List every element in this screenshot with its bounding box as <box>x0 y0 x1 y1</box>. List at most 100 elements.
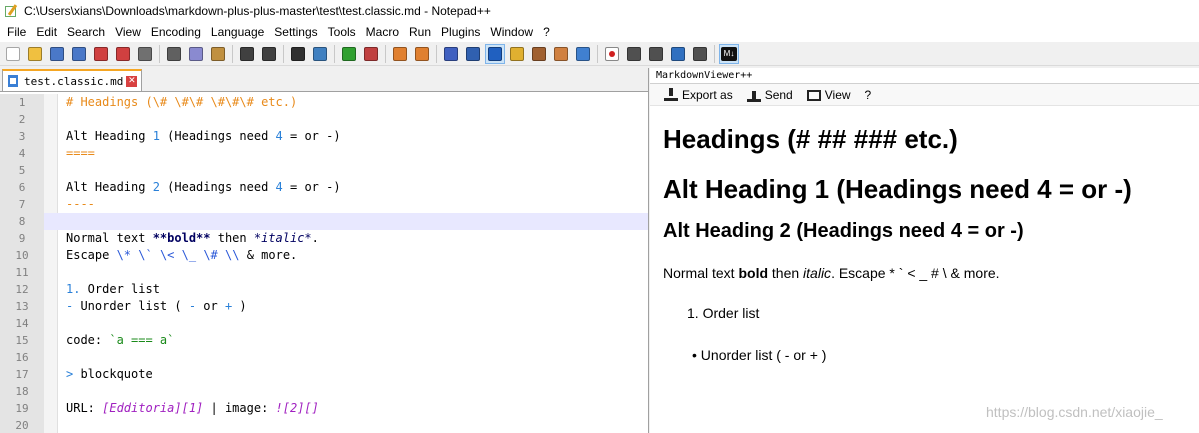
open-button[interactable] <box>25 44 45 64</box>
menu-run[interactable]: Run <box>404 25 436 39</box>
print-button[interactable] <box>135 44 155 64</box>
code-line[interactable]: 16 <box>0 349 648 366</box>
menu-bar: File Edit Search View Encoding Language Settin… <box>0 22 1199 42</box>
copy-icon <box>189 46 203 61</box>
menu-plugins[interactable]: Plugins <box>436 25 485 39</box>
line-number: 16 <box>15 351 29 364</box>
code-editor[interactable]: 1 # Headings (\# \#\# \#\#\# etc.) 2 3 Alt H… <box>0 94 648 433</box>
save-all-button[interactable] <box>69 44 89 64</box>
viewer-content: Headings (# ## ### etc.) Alt Heading 1 (… <box>650 122 1199 364</box>
stop-record-button[interactable] <box>624 44 644 64</box>
help-button[interactable]: ? <box>865 88 872 102</box>
line-content: # Headings (\# \#\# \#\#\# etc.) <box>66 94 297 111</box>
line-number: 10 <box>15 249 29 262</box>
menu-help[interactable]: ? <box>538 25 555 39</box>
code-line[interactable]: 5 <box>0 162 648 179</box>
menu-search[interactable]: Search <box>62 25 110 39</box>
code-line[interactable]: 15 code: `a === a` <box>0 332 648 349</box>
line-content: - Unorder list ( - or + ) <box>66 298 247 315</box>
line-number: 5 <box>18 164 26 177</box>
export-as-button[interactable]: Export as <box>664 87 733 102</box>
send-button[interactable]: Send <box>746 88 793 102</box>
function-list-button[interactable] <box>529 44 549 64</box>
show-all-chars-button[interactable] <box>463 44 483 64</box>
code-line[interactable]: 13 - Unorder list ( - or + ) <box>0 298 648 315</box>
menu-window[interactable]: Window <box>485 25 538 39</box>
toolbar-separator <box>436 44 437 63</box>
save-macro-button[interactable] <box>690 44 710 64</box>
cut-button[interactable] <box>164 44 184 64</box>
sync-horizontal-button[interactable] <box>412 44 432 64</box>
word-wrap-button[interactable] <box>441 44 461 64</box>
code-line[interactable]: 8 <box>0 213 648 230</box>
code-token: 2 <box>152 180 160 194</box>
code-line[interactable]: 20 <box>0 417 648 433</box>
code-line[interactable]: 1 # Headings (\# \#\# \#\#\# etc.) <box>0 94 648 111</box>
new-button[interactable] <box>3 44 23 64</box>
code-token: # Headings (\# \#\# \#\#\# etc.) <box>66 95 298 109</box>
code-line[interactable]: 2 <box>0 111 648 128</box>
close-all-icon <box>116 46 130 61</box>
code-line[interactable]: 9 Normal text **bold** then *italic*. <box>0 230 648 247</box>
indent-guide-button[interactable] <box>485 43 505 64</box>
code-token: \` <box>138 248 153 262</box>
menu-view[interactable]: View <box>110 25 146 39</box>
code-line[interactable]: 10 Escape \* \` \< \_ \# \\ & more. <box>0 247 648 264</box>
menu-macro[interactable]: Macro <box>361 25 404 39</box>
code-line[interactable]: 6 Alt Heading 2 (Headings need 4 = or -) <box>0 179 648 196</box>
code-line[interactable]: 19 URL: [Edditoria][1] | image: ![2][] <box>0 400 648 417</box>
run-macro-multiple-button[interactable] <box>668 44 688 64</box>
redo-button[interactable] <box>259 44 279 64</box>
copy-button[interactable] <box>186 44 206 64</box>
replace-button[interactable] <box>310 44 330 64</box>
zoom-out-button[interactable] <box>361 44 381 64</box>
menu-settings[interactable]: Settings <box>269 25 322 39</box>
code-line[interactable]: 7 ---- <box>0 196 648 213</box>
line-number: 11 <box>15 266 29 279</box>
code-token: 4 <box>275 180 283 194</box>
code-line[interactable]: 4 ==== <box>0 145 648 162</box>
code-line[interactable]: 14 <box>0 315 648 332</box>
close-icon[interactable]: ✕ <box>126 75 138 87</box>
menu-language[interactable]: Language <box>206 25 269 39</box>
viewer-toolbar: Export as Send View ? <box>650 84 1199 106</box>
line-number: 15 <box>15 334 29 347</box>
code-line[interactable]: 17 > blockquote <box>0 366 648 383</box>
menu-file[interactable]: File <box>2 25 31 39</box>
code-line[interactable]: 11 <box>0 264 648 281</box>
undo-button[interactable] <box>237 44 257 64</box>
record-macro-button[interactable] <box>602 44 622 64</box>
record-macro-icon <box>605 46 619 61</box>
code-token: ==== <box>66 146 95 160</box>
zoom-in-button[interactable] <box>339 44 359 64</box>
tab-test-classic-md[interactable]: test.classic.md ✕ <box>2 69 143 91</box>
code-line[interactable]: 18 <box>0 383 648 400</box>
code-token: URL: <box>66 401 103 415</box>
find-button[interactable] <box>288 44 308 64</box>
export-icon <box>664 87 678 102</box>
sync-vertical-button[interactable] <box>390 44 410 64</box>
folder-workspace-button[interactable] <box>551 44 571 64</box>
line-content: Alt Heading 2 (Headings need 4 = or -) <box>66 179 341 196</box>
doc-map-button[interactable] <box>507 44 527 64</box>
code-token: 1 <box>152 129 160 143</box>
para-bold: bold <box>738 265 769 281</box>
monitor-button[interactable] <box>573 44 593 64</box>
para-text: then <box>768 265 804 281</box>
paste-button[interactable] <box>208 44 228 64</box>
code-line[interactable]: 12 1. Order list <box>0 281 648 298</box>
line-number: 17 <box>15 368 29 381</box>
play-macro-button[interactable] <box>646 44 666 64</box>
close-button[interactable] <box>91 44 111 64</box>
code-line[interactable]: 3 Alt Heading 1 (Headings need 4 = or -) <box>0 128 648 145</box>
markdown-viewer-button[interactable]: M↓ <box>719 43 739 64</box>
rendered-unordered-list-item: • Unorder list ( - or + ) <box>692 347 827 363</box>
code-token: Order list <box>80 282 160 296</box>
close-all-button[interactable] <box>113 44 133 64</box>
menu-tools[interactable]: Tools <box>323 25 361 39</box>
menu-edit[interactable]: Edit <box>31 25 62 39</box>
code-token: (Headings need <box>159 129 276 143</box>
save-button[interactable] <box>47 44 67 64</box>
menu-encoding[interactable]: Encoding <box>146 25 206 39</box>
view-button[interactable]: View <box>806 88 851 102</box>
